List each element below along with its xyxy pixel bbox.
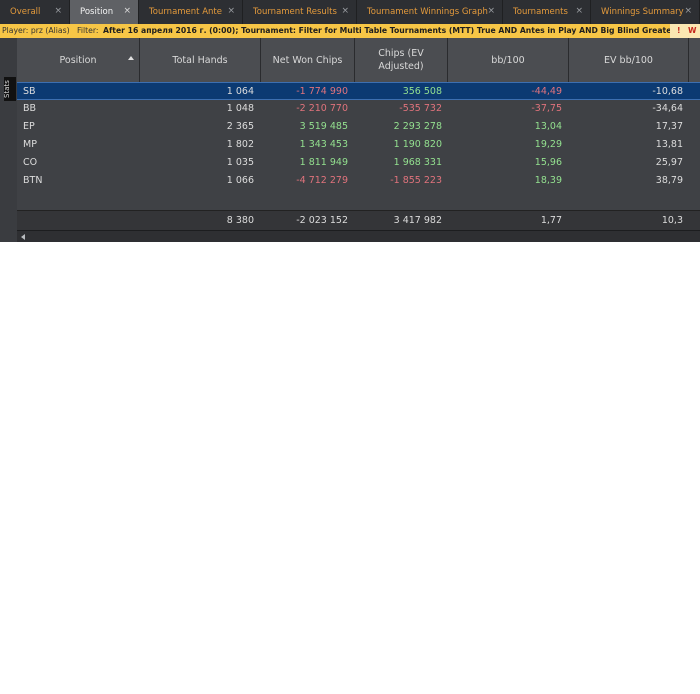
total-ev-bb100: 10,3: [661, 215, 683, 226]
cell-ev-bb100: -10,68: [652, 86, 683, 97]
horizontal-scrollbar[interactable]: [17, 230, 700, 242]
close-icon[interactable]: ×: [575, 6, 583, 16]
tab-tournament-results[interactable]: Tournament Results ×: [243, 0, 357, 24]
cell-position: SB: [23, 86, 36, 97]
cell-total-hands: 1 802: [226, 139, 254, 150]
table-header: Position Total Hands Net Won Chips Chips…: [17, 38, 700, 83]
close-icon[interactable]: ×: [341, 6, 349, 16]
table-row[interactable]: EP 2 365 3 519 485 2 293 278 13,04 17,37: [17, 118, 700, 136]
tab-winnings-summary[interactable]: Winnings Summary ×: [591, 0, 700, 24]
tab-tournament-ante[interactable]: Tournament Ante ×: [139, 0, 243, 24]
close-icon[interactable]: ×: [227, 6, 235, 16]
cell-position: BB: [23, 103, 37, 114]
cell-net-won-chips: 1 811 949: [299, 157, 348, 168]
cell-bb100: 19,29: [534, 139, 562, 150]
column-header-bb100[interactable]: bb/100: [448, 38, 569, 82]
cell-chips-ev-adjusted: 1 968 331: [393, 157, 442, 168]
total-chips-ev-adjusted: 3 417 982: [393, 215, 442, 226]
tab-label: Winnings Summary: [601, 7, 684, 17]
cell-net-won-chips: 3 519 485: [299, 121, 348, 132]
app-window: Overall × Position × Tournament Ante × T…: [0, 0, 700, 242]
filter-text[interactable]: After 16 апреля 2016 г. (0:00); Tourname…: [103, 24, 700, 38]
cell-position: CO: [23, 157, 38, 168]
cell-ev-bb100: -34,64: [652, 103, 683, 114]
tab-label: Tournament Winnings Graph: [367, 7, 488, 17]
column-header-position[interactable]: Position: [17, 38, 140, 82]
filter-label: Filter:: [77, 26, 99, 35]
cell-position: BTN: [23, 175, 43, 186]
stats-side-panel: Stats: [0, 38, 18, 242]
warning-text: W: [688, 26, 697, 35]
cell-chips-ev-adjusted: -1 855 223: [390, 175, 442, 186]
tab-label: Tournament Results: [253, 7, 337, 17]
cell-total-hands: 1 064: [226, 86, 254, 97]
cell-net-won-chips: -2 210 770: [296, 103, 348, 114]
tab-tournament-winnings-graph[interactable]: Tournament Winnings Graph ×: [357, 0, 503, 24]
warning-icon: !: [677, 26, 681, 35]
close-icon[interactable]: ×: [487, 6, 495, 16]
cell-chips-ev-adjusted: 2 293 278: [393, 121, 442, 132]
close-icon[interactable]: ×: [123, 6, 131, 16]
cell-total-hands: 1 066: [226, 175, 254, 186]
sort-ascending-icon: [128, 56, 134, 60]
stats-label-text: Stats: [2, 80, 11, 98]
cell-bb100: 18,39: [534, 175, 562, 186]
cell-net-won-chips: 1 343 453: [299, 139, 348, 150]
cell-total-hands: 1 035: [226, 157, 254, 168]
cell-bb100: -44,49: [531, 86, 562, 97]
cell-ev-bb100: 38,79: [655, 175, 683, 186]
table-row[interactable]: MP 1 802 1 343 453 1 190 820 19,29 13,81: [17, 136, 700, 154]
cell-position: EP: [23, 121, 35, 132]
cell-chips-ev-adjusted: -535 732: [399, 103, 442, 114]
column-header-net-won-chips[interactable]: Net Won Chips: [261, 38, 355, 82]
tab-overall[interactable]: Overall ×: [0, 0, 70, 24]
tab-label: Overall: [10, 7, 41, 17]
cell-chips-ev-adjusted: 356 508: [402, 86, 442, 97]
close-icon[interactable]: ×: [54, 6, 62, 16]
cell-total-hands: 2 365: [226, 121, 254, 132]
filter-bar: Player: prz (Alias) Filter: After 16 апр…: [0, 24, 700, 38]
scroll-left-arrow-icon[interactable]: [21, 234, 25, 240]
table-row[interactable]: CO 1 035 1 811 949 1 968 331 15,96 25,97: [17, 154, 700, 172]
cell-chips-ev-adjusted: 1 190 820: [393, 139, 442, 150]
cell-bb100: 13,04: [534, 121, 562, 132]
table-row[interactable]: BTN 1 066 -4 712 279 -1 855 223 18,39 38…: [17, 172, 700, 190]
totals-row: 8 380 -2 023 152 3 417 982 1,77 10,3: [17, 210, 700, 231]
stats-table: Position Total Hands Net Won Chips Chips…: [17, 38, 700, 231]
warning-indicator[interactable]: ! W: [670, 24, 700, 38]
tab-label: Tournaments: [513, 7, 568, 17]
table-row[interactable]: SB 1 064 -1 774 990 356 508 -44,49 -10,6…: [17, 82, 700, 100]
cell-position: MP: [23, 139, 37, 150]
tab-position[interactable]: Position ×: [70, 0, 139, 24]
cell-total-hands: 1 048: [226, 103, 254, 114]
column-header-total-hands[interactable]: Total Hands: [140, 38, 261, 82]
cell-ev-bb100: 13,81: [655, 139, 683, 150]
cell-ev-bb100: 17,37: [655, 121, 683, 132]
total-hands: 8 380: [226, 215, 254, 226]
total-bb100: 1,77: [540, 215, 562, 226]
table-row[interactable]: BB 1 048 -2 210 770 -535 732 -37,75 -34,…: [17, 100, 700, 118]
stats-panel-toggle[interactable]: Stats: [2, 77, 16, 101]
total-net-won-chips: -2 023 152: [296, 215, 348, 226]
cell-ev-bb100: 25,97: [655, 157, 683, 168]
cell-bb100: -37,75: [531, 103, 562, 114]
cell-net-won-chips: -1 774 990: [296, 86, 348, 97]
cell-net-won-chips: -4 712 279: [296, 175, 348, 186]
player-label: Player: prz (Alias): [2, 26, 70, 35]
column-header-ev-bb100[interactable]: EV bb/100: [569, 38, 689, 82]
tab-bar: Overall × Position × Tournament Ante × T…: [0, 0, 700, 25]
tab-label: Tournament Ante: [149, 7, 222, 17]
column-header-chips-ev-adjusted[interactable]: Chips (EV Adjusted): [355, 38, 448, 82]
tab-tournaments[interactable]: Tournaments ×: [503, 0, 591, 24]
close-icon[interactable]: ×: [684, 6, 692, 16]
tab-label: Position: [80, 7, 114, 17]
cell-bb100: 15,96: [534, 157, 562, 168]
